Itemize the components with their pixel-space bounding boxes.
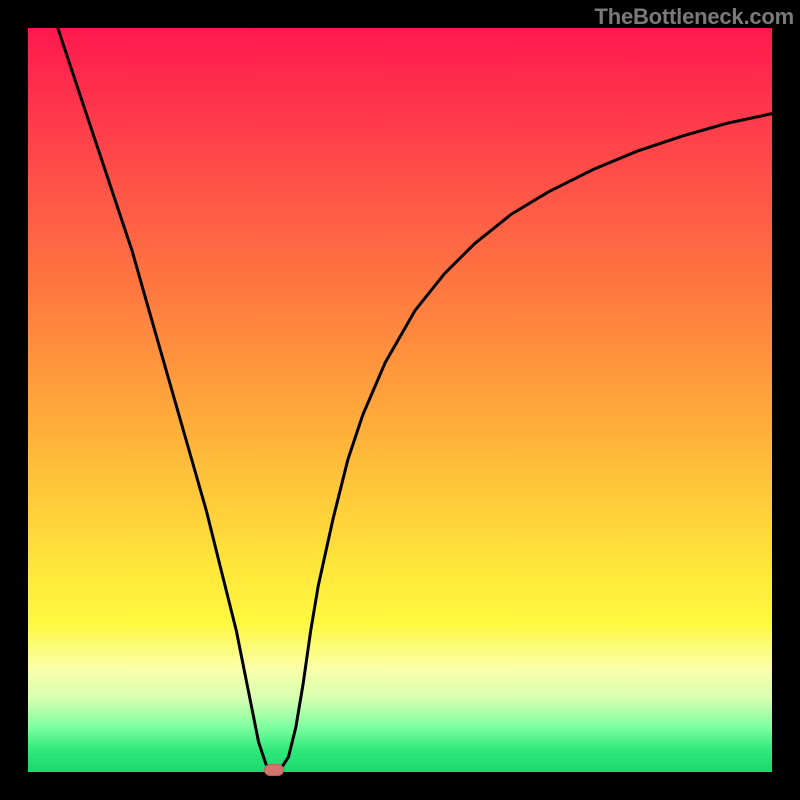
curve-layer: [28, 28, 772, 772]
plot-area: [28, 28, 772, 772]
chart-frame: TheBottleneck.com: [0, 0, 800, 800]
bottleneck-curve: [58, 28, 772, 772]
watermark-text: TheBottleneck.com: [594, 4, 794, 30]
minimum-marker: [264, 764, 284, 776]
